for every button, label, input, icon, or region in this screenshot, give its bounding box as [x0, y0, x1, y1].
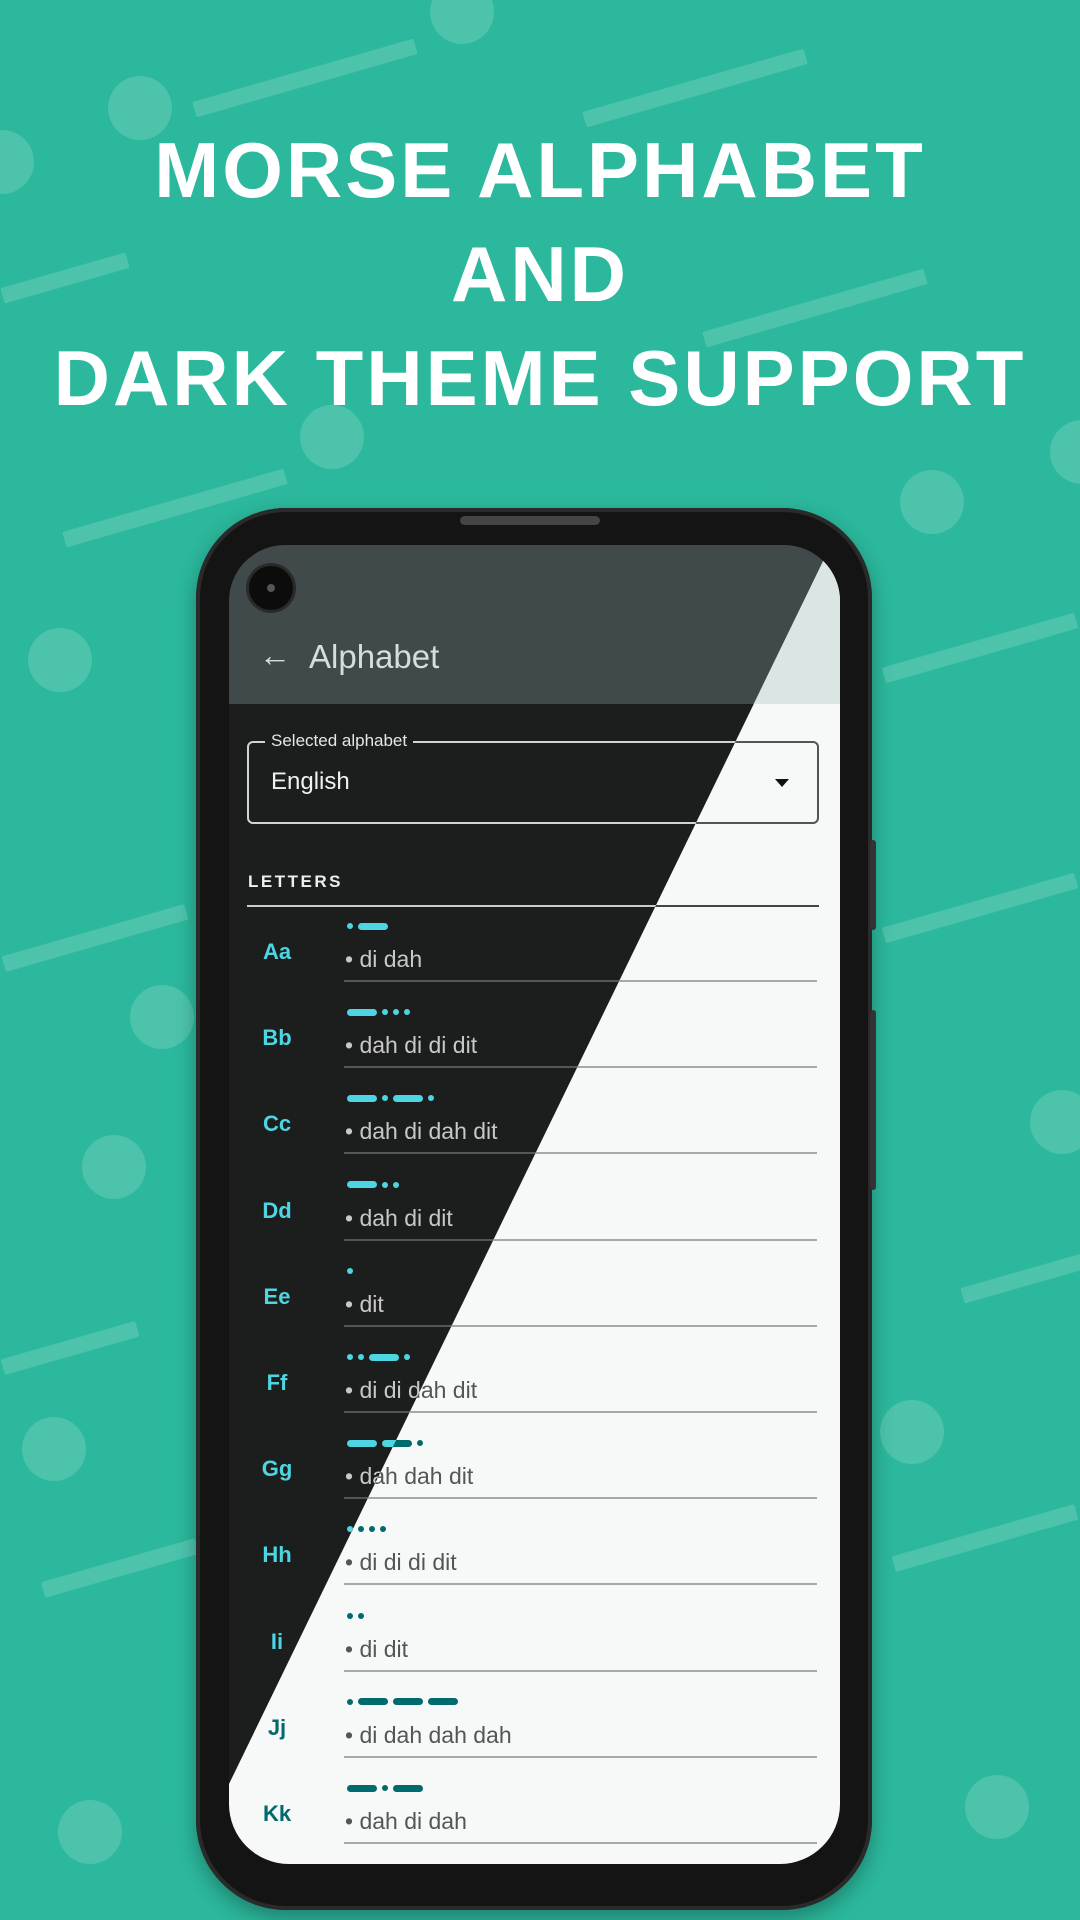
- decor-dash: [960, 1252, 1080, 1304]
- morse-dash: [393, 1784, 423, 1792]
- dropdown-label: Selected alphabet: [265, 730, 414, 752]
- morse-dash: [393, 1698, 423, 1706]
- morse-dot: [347, 1612, 353, 1619]
- decor-dash: [1, 904, 189, 972]
- app-bar: ← Alphabet: [229, 545, 840, 704]
- decor-dash: [582, 48, 808, 128]
- morse-dash: [358, 922, 388, 930]
- headline-line: MORSE ALPHABET: [154, 126, 926, 214]
- letter-label: Bb: [262, 1025, 292, 1051]
- letter-label: Aa: [262, 939, 292, 964]
- morse-dash: [347, 1008, 377, 1016]
- phone-power-button: [870, 840, 876, 930]
- decor-circle: [880, 1400, 944, 1464]
- decor-dash: [40, 1538, 200, 1598]
- morse-dot: [393, 1181, 399, 1188]
- headline-line: AND: [451, 230, 629, 318]
- decor-circle: [22, 1417, 86, 1481]
- morse-pronunciation: • di di di dit: [345, 1549, 457, 1576]
- morse-code-symbols: [347, 1008, 410, 1016]
- morse-dot: [393, 1009, 399, 1016]
- letter-label: Dd: [262, 1197, 292, 1223]
- screen-title: Alphabet: [309, 638, 440, 675]
- letter-row[interactable]: Jj• di dah dah dah: [229, 1671, 840, 1758]
- morse-code-symbols: [347, 1353, 410, 1361]
- morse-pronunciation: • di dah dah dah: [345, 1721, 512, 1748]
- section-header-letters: LETTERS: [248, 872, 343, 891]
- morse-dot: [382, 1181, 388, 1188]
- promo-headline: MORSE ALPHABET AND DARK THEME SUPPORT: [0, 118, 1080, 430]
- morse-dot: [347, 1354, 353, 1360]
- morse-dash: [428, 1698, 458, 1706]
- headline-line: DARK THEME SUPPORT: [53, 334, 1027, 422]
- row-divider: [344, 1842, 817, 1844]
- morse-dot: [358, 1354, 364, 1360]
- morse-dash: [358, 1698, 388, 1706]
- decor-dash: [881, 872, 1079, 944]
- letter-label: Kk: [262, 1801, 292, 1826]
- dropdown-value: English: [271, 768, 350, 795]
- decor-dash: [881, 612, 1079, 684]
- decor-circle: [130, 985, 194, 1049]
- morse-dash: [347, 1181, 377, 1189]
- letter-row[interactable]: Kk • dah di dah: [229, 1757, 840, 1844]
- decor-circle: [58, 1800, 122, 1864]
- decor-circle: [82, 1135, 146, 1199]
- decor-dash: [0, 1321, 140, 1375]
- phone-volume-button: [870, 1010, 876, 1190]
- morse-dash: [369, 1353, 399, 1361]
- decor-circle: [965, 1775, 1029, 1839]
- morse-dash: [393, 1094, 423, 1102]
- morse-dot: [428, 1095, 434, 1102]
- letter-label: Hh: [262, 1542, 292, 1568]
- morse-code-symbols: [347, 1612, 364, 1620]
- letter-label: Cc: [262, 1111, 292, 1137]
- morse-pronunciation: • dah di dah: [345, 1808, 467, 1834]
- caret-down-icon[interactable]: [775, 779, 789, 787]
- decor-circle: [900, 470, 964, 534]
- morse-dot: [347, 923, 353, 929]
- morse-code-symbols: [347, 1267, 353, 1275]
- morse-dot: [404, 1354, 410, 1360]
- morse-dash: [347, 1094, 377, 1102]
- phone-speaker: [460, 516, 600, 525]
- decor-circle: [430, 0, 494, 44]
- morse-dot: [347, 1698, 353, 1705]
- morse-dash: [347, 1784, 377, 1792]
- decor-dash: [192, 38, 418, 118]
- decor-dash: [891, 1504, 1079, 1572]
- morse-dot: [380, 1526, 386, 1533]
- morse-pronunciation: • di dah: [345, 946, 423, 972]
- morse-pronunciation: • dah di dit: [345, 1204, 453, 1231]
- morse-dash: [347, 1439, 377, 1447]
- morse-dot: [369, 1526, 375, 1533]
- morse-dot: [382, 1095, 388, 1102]
- letter-label: Gg: [261, 1456, 293, 1482]
- morse-pronunciation: • dah di dah dit: [345, 1118, 498, 1145]
- letter-row[interactable]: Ii• di dit: [229, 1585, 840, 1672]
- decor-circle: [1030, 1090, 1080, 1154]
- morse-dot: [404, 1009, 410, 1016]
- morse-pronunciation: • di dit: [345, 1635, 409, 1662]
- morse-code-symbols: [347, 1181, 399, 1189]
- morse-dot: [382, 1009, 388, 1016]
- morse-code-symbols: [347, 1784, 423, 1792]
- morse-pronunciation: • dah di di dit: [345, 1032, 478, 1059]
- morse-dot: [347, 1267, 353, 1274]
- morse-code-symbols: [347, 1094, 434, 1102]
- decor-circle: [28, 628, 92, 692]
- morse-pronunciation: • dit: [345, 1290, 384, 1317]
- phone-screen: ← Alphabet Selected alphabet English LETTERS…: [229, 545, 840, 1864]
- morse-code-symbols: [347, 1698, 458, 1706]
- morse-dot: [358, 1526, 364, 1533]
- letter-label: Ff: [266, 1370, 288, 1395]
- morse-dot: [382, 1785, 388, 1791]
- front-camera: [249, 566, 293, 610]
- letter-label: Ee: [263, 1283, 291, 1309]
- morse-code-symbols: [347, 922, 388, 930]
- morse-dot: [417, 1440, 423, 1447]
- arrow-left-icon[interactable]: ←: [259, 639, 291, 671]
- morse-dot: [358, 1612, 364, 1619]
